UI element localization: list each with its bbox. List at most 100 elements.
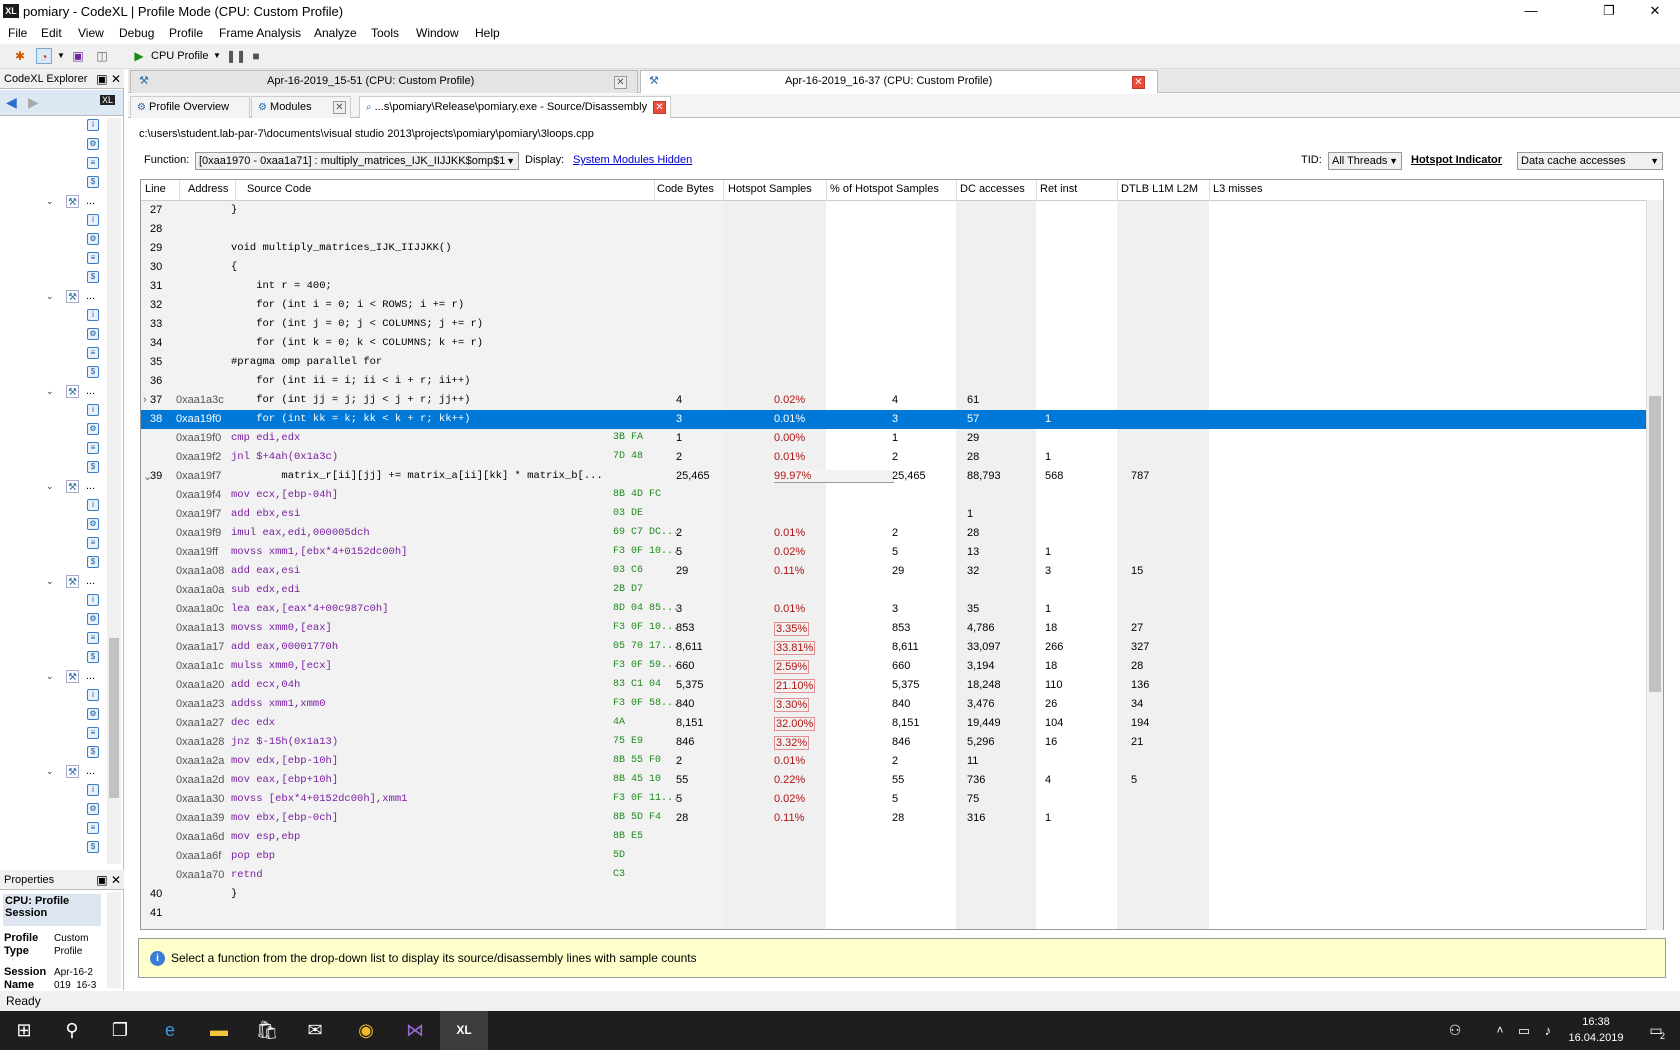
menu-file[interactable]: File — [8, 26, 27, 40]
table-row[interactable]: 0xaa1a2a mov edx,[ebp-10h] 8B 55 F0 2 0.01% 2… — [141, 752, 1647, 771]
session-node-label[interactable]: ... — [86, 670, 95, 682]
table-row[interactable]: 0xaa1a28 jnz $-15h(0x1a13) 75 E9 846 3.32% 84… — [141, 733, 1647, 752]
tid-dropdown[interactable]: All Threads ▼ — [1328, 152, 1402, 170]
table-row[interactable]: 0xaa1a30 movss [ebx*4+0152dc00h],xmm1 F3 0… — [141, 790, 1647, 809]
analyze-mode-icon[interactable]: ◫ — [94, 48, 110, 64]
col-dtlb[interactable]: DTLB L1M L2M — [1121, 183, 1198, 195]
search-icon[interactable]: ⚲ — [48, 1011, 96, 1050]
session-node-label[interactable]: ... — [86, 195, 95, 207]
table-scroll-thumb[interactable] — [1649, 396, 1661, 692]
table-row[interactable]: 0xaa1a20 add ecx,04h 83 C1 04 5,375 21.10% 5,… — [141, 676, 1647, 695]
session-node-label[interactable]: ... — [86, 575, 95, 587]
dollar-icon[interactable]: $ — [87, 366, 99, 378]
profile-session-icon[interactable]: ⚒ — [66, 480, 79, 493]
table-row[interactable]: 30 { — [141, 258, 1647, 277]
profile-session-icon[interactable]: ⚒ — [66, 290, 79, 303]
cpu-profile-dropdown-icon[interactable]: ▼ — [209, 48, 225, 64]
list-icon[interactable]: ≡ — [87, 632, 99, 644]
table-row[interactable]: 0xaa1a2d mov eax,[ebp+10h] 8B 45 10 55 0.22%… — [141, 771, 1647, 790]
windows-start-icon[interactable]: ⊞ — [0, 1011, 48, 1050]
profile-mode-dropdown-icon[interactable]: ▼ — [53, 48, 69, 64]
table-row[interactable]: 28 — [141, 220, 1647, 239]
gear-icon[interactable]: ⚙ — [87, 708, 99, 720]
dollar-icon[interactable]: $ — [87, 461, 99, 473]
expand-chevron-icon[interactable]: ⌄ — [46, 291, 54, 302]
table-row[interactable]: 0xaa1a70 retnd C3 — [141, 866, 1647, 885]
session-node-label[interactable]: ... — [86, 290, 95, 302]
store-icon[interactable]: 🛍 — [243, 1011, 291, 1050]
col-address[interactable]: Address — [188, 183, 228, 195]
session-node-label[interactable]: ... — [86, 385, 95, 397]
tab-modules[interactable]: ⚙ Modules ✕ — [251, 96, 351, 118]
table-row[interactable]: 0xaa1a1c mulss xmm0,[ecx] F3 0F 59... 660 2.… — [141, 657, 1647, 676]
expand-chevron-icon[interactable]: ⌄ — [46, 671, 54, 682]
gear-icon[interactable]: ⚙ — [87, 613, 99, 625]
table-row[interactable]: 0xaa1a6f pop ebp 5D — [141, 847, 1647, 866]
gear-icon[interactable]: ⚙ — [87, 423, 99, 435]
table-row[interactable]: 0xaa19f4 mov ecx,[ebp-04h] 8B 4D FC — [141, 486, 1647, 505]
hotspot-dropdown[interactable]: Data cache accesses ▼ — [1517, 152, 1663, 170]
list-icon[interactable]: ≡ — [87, 442, 99, 454]
expand-chevron-icon[interactable]: ⌄ — [46, 576, 54, 587]
table-row[interactable]: 31 int r = 400; — [141, 277, 1647, 296]
table-row[interactable]: 32 for (int i = 0; i < ROWS; i += r) — [141, 296, 1647, 315]
visual-studio-icon[interactable]: ⋈ — [391, 1011, 439, 1050]
list-icon[interactable]: ≡ — [87, 537, 99, 549]
edge-browser-icon[interactable]: e — [146, 1011, 194, 1050]
explorer-pin-close-icon[interactable]: ▣ ✕ — [96, 69, 121, 89]
gear-icon[interactable]: ⚙ — [87, 233, 99, 245]
table-row[interactable]: 27} — [141, 201, 1647, 220]
table-row[interactable]: 36 for (int ii = i; ii < i + r; ii++) — [141, 372, 1647, 391]
close-tab-icon[interactable]: ✕ — [1132, 76, 1145, 89]
properties-pin-close-icon[interactable]: ▣ ✕ — [96, 870, 121, 890]
frame-analysis-icon[interactable]: ▣ — [70, 48, 86, 64]
properties-scrollbar[interactable] — [107, 892, 121, 988]
maximize-button[interactable]: ❐ — [1586, 0, 1632, 23]
close-tab-icon[interactable]: ✕ — [614, 76, 627, 89]
dollar-icon[interactable]: $ — [87, 746, 99, 758]
table-row[interactable]: 34 for (int k = 0; k < COLUMNS; k += r) — [141, 334, 1647, 353]
table-row[interactable]: ⌄ 39 0xaa19f7 matrix_r[ii][jj] += matrix_a… — [141, 467, 1647, 486]
codexl-taskbar-icon[interactable]: XL — [440, 1011, 488, 1050]
session-node-label[interactable]: ... — [86, 480, 95, 492]
table-row[interactable]: 0xaa19f7 add ebx,esi 03 DE 1 — [141, 505, 1647, 524]
profile-mode-icon[interactable]: ◔ — [36, 48, 52, 64]
info-icon[interactable]: i — [87, 404, 99, 416]
menu-help[interactable]: Help — [475, 26, 500, 40]
network-icon[interactable]: ▭ — [1512, 1011, 1536, 1050]
info-icon[interactable]: i — [87, 499, 99, 511]
expand-chevron-icon[interactable]: ⌄ — [46, 766, 54, 777]
list-icon[interactable]: ≡ — [87, 347, 99, 359]
clock[interactable]: 16:38 16.04.2019 — [1568, 1014, 1624, 1046]
menu-debug[interactable]: Debug — [119, 26, 154, 40]
dollar-icon[interactable]: $ — [87, 271, 99, 283]
table-row[interactable]: 0xaa1a23 addss xmm1,xmm0 F3 0F 58... 840 3.3… — [141, 695, 1647, 714]
people-icon[interactable]: ⚇ — [1440, 1011, 1470, 1050]
table-row[interactable]: 35 #pragma omp parallel for — [141, 353, 1647, 372]
col-dc-accesses[interactable]: DC accesses — [960, 183, 1025, 195]
col-code-bytes[interactable]: Code Bytes — [657, 183, 714, 195]
menu-profile[interactable]: Profile — [169, 26, 203, 40]
list-icon[interactable]: ≡ — [87, 157, 99, 169]
col-l3-misses[interactable]: L3 misses — [1213, 183, 1263, 195]
session-node-label[interactable]: ... — [86, 765, 95, 777]
table-row[interactable]: 0xaa1a0c lea eax,[eax*4+00c987c0h] 8D 04 8… — [141, 600, 1647, 619]
pause-icon[interactable]: ❚❚ — [226, 48, 246, 64]
info-icon[interactable]: i — [87, 309, 99, 321]
dollar-icon[interactable]: $ — [87, 176, 99, 188]
profile-session-icon[interactable]: ⚒ — [66, 195, 79, 208]
tab-source-disassembly[interactable]: ⌕ ...s\pomiary\Release\pomiary.exe - Sou… — [359, 96, 671, 118]
file-explorer-icon[interactable]: ▬ — [195, 1011, 243, 1050]
codexl-home-icon[interactable]: XL — [100, 95, 116, 105]
menu-analyze[interactable]: Analyze — [314, 26, 357, 40]
profile-session-icon[interactable]: ⚒ — [66, 670, 79, 683]
task-view-icon[interactable]: ❐ — [96, 1011, 144, 1050]
close-tab-icon[interactable]: ✕ — [333, 101, 346, 114]
dollar-icon[interactable]: $ — [87, 841, 99, 853]
list-icon[interactable]: ≡ — [87, 252, 99, 264]
gear-icon[interactable]: ⚙ — [87, 518, 99, 530]
menu-view[interactable]: View — [78, 26, 104, 40]
expand-chevron-icon[interactable]: ⌄ — [46, 386, 54, 397]
list-icon[interactable]: ≡ — [87, 822, 99, 834]
list-icon[interactable]: ≡ — [87, 727, 99, 739]
